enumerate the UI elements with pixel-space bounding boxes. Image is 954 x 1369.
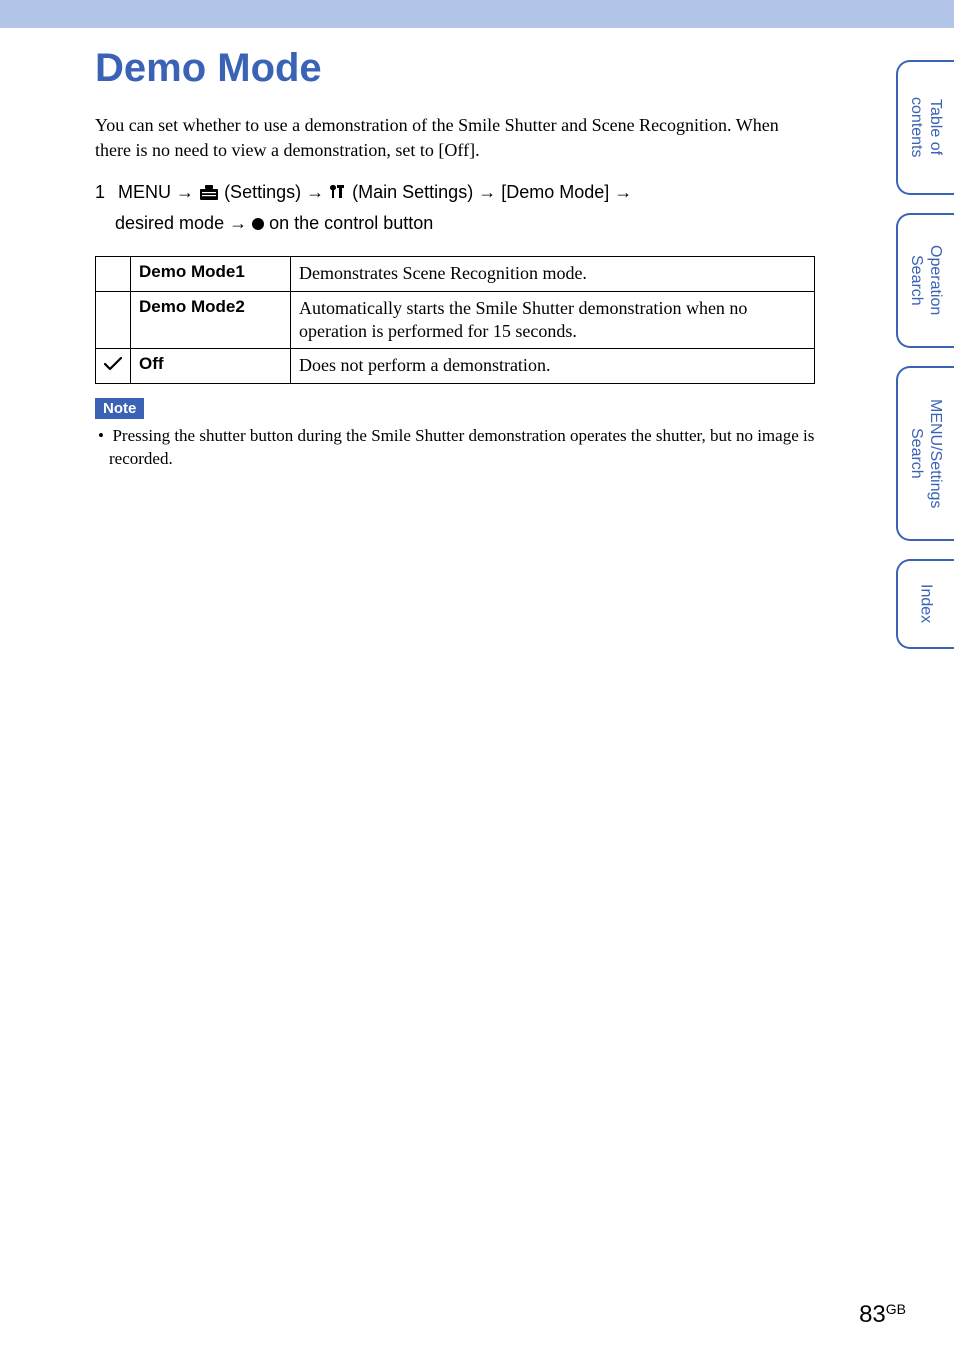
page-num-value: 83 — [859, 1301, 886, 1328]
toolbox-settings-icon — [199, 182, 219, 210]
tab-menu-settings-search[interactable]: MENU/Settings Search — [896, 366, 954, 541]
arrow-icon: → — [614, 182, 632, 202]
page-num-suffix: GB — [886, 1301, 906, 1317]
page-number: 83GB — [859, 1301, 906, 1329]
check-cell — [96, 349, 131, 383]
instruction-step: 1 MENU → (Settings) → (Main Settings) → … — [95, 179, 815, 238]
arrow-icon: → — [478, 182, 501, 202]
table-row: Demo Mode1 Demonstrates Scene Recognitio… — [96, 257, 815, 291]
note-text: • Pressing the shutter button during the… — [95, 425, 815, 471]
arrow-icon: → — [306, 182, 329, 202]
top-color-band — [0, 0, 954, 28]
note-body: Pressing the shutter button during the S… — [109, 426, 814, 468]
mode-desc-cell: Demonstrates Scene Recognition mode. — [291, 257, 815, 291]
step-demo-mode-label: [Demo Mode] — [501, 182, 609, 202]
sidebar-nav: Table of contents Operation Search MENU/… — [879, 60, 954, 649]
step-on-control-text: on the control button — [269, 213, 433, 233]
check-cell — [96, 291, 131, 349]
note-badge: Note — [95, 398, 144, 419]
step-desired-mode-label: desired mode — [115, 213, 224, 233]
step-menu-label: MENU — [118, 182, 171, 202]
mode-desc-cell: Does not perform a demonstration. — [291, 349, 815, 383]
demo-mode-table: Demo Mode1 Demonstrates Scene Recognitio… — [95, 256, 815, 384]
arrow-icon: → — [229, 213, 252, 233]
checkmark-icon — [104, 356, 122, 376]
page-title: Demo Mode — [95, 46, 815, 91]
intro-paragraph: You can set whether to use a demonstrati… — [95, 113, 815, 163]
arrow-icon: → — [176, 182, 199, 202]
step-main-settings-label: (Main Settings) — [352, 182, 473, 202]
bullet-icon: • — [98, 426, 104, 445]
tab-table-of-contents[interactable]: Table of contents — [896, 60, 954, 195]
mode-desc-cell: Automatically starts the Smile Shutter d… — [291, 291, 815, 349]
mode-label-cell: Demo Mode1 — [131, 257, 291, 291]
wrench-main-settings-icon — [329, 182, 347, 210]
step-settings-label: (Settings) — [224, 182, 301, 202]
mode-label-cell: Off — [131, 349, 291, 383]
step-number: 1 — [95, 179, 113, 207]
center-button-icon — [252, 218, 264, 230]
main-content: Demo Mode You can set whether to use a d… — [95, 40, 815, 471]
tab-operation-search[interactable]: Operation Search — [896, 213, 954, 348]
mode-label-cell: Demo Mode2 — [131, 291, 291, 349]
table-row: Off Does not perform a demonstration. — [96, 349, 815, 383]
tab-index[interactable]: Index — [896, 559, 954, 649]
table-row: Demo Mode2 Automatically starts the Smil… — [96, 291, 815, 349]
check-cell — [96, 257, 131, 291]
